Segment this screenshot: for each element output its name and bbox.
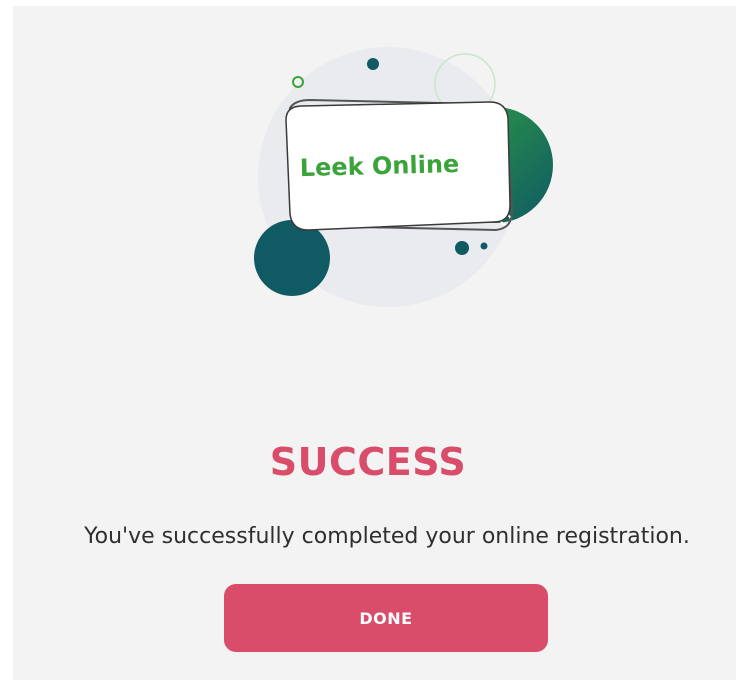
- success-illustration: [250, 40, 570, 330]
- success-title: SUCCESS: [269, 440, 467, 484]
- brand-name: Leek Online: [299, 149, 460, 183]
- success-message: You've successfully completed your onlin…: [84, 524, 690, 549]
- done-button[interactable]: DONE: [224, 584, 548, 652]
- illustration-graphic: [254, 47, 553, 307]
